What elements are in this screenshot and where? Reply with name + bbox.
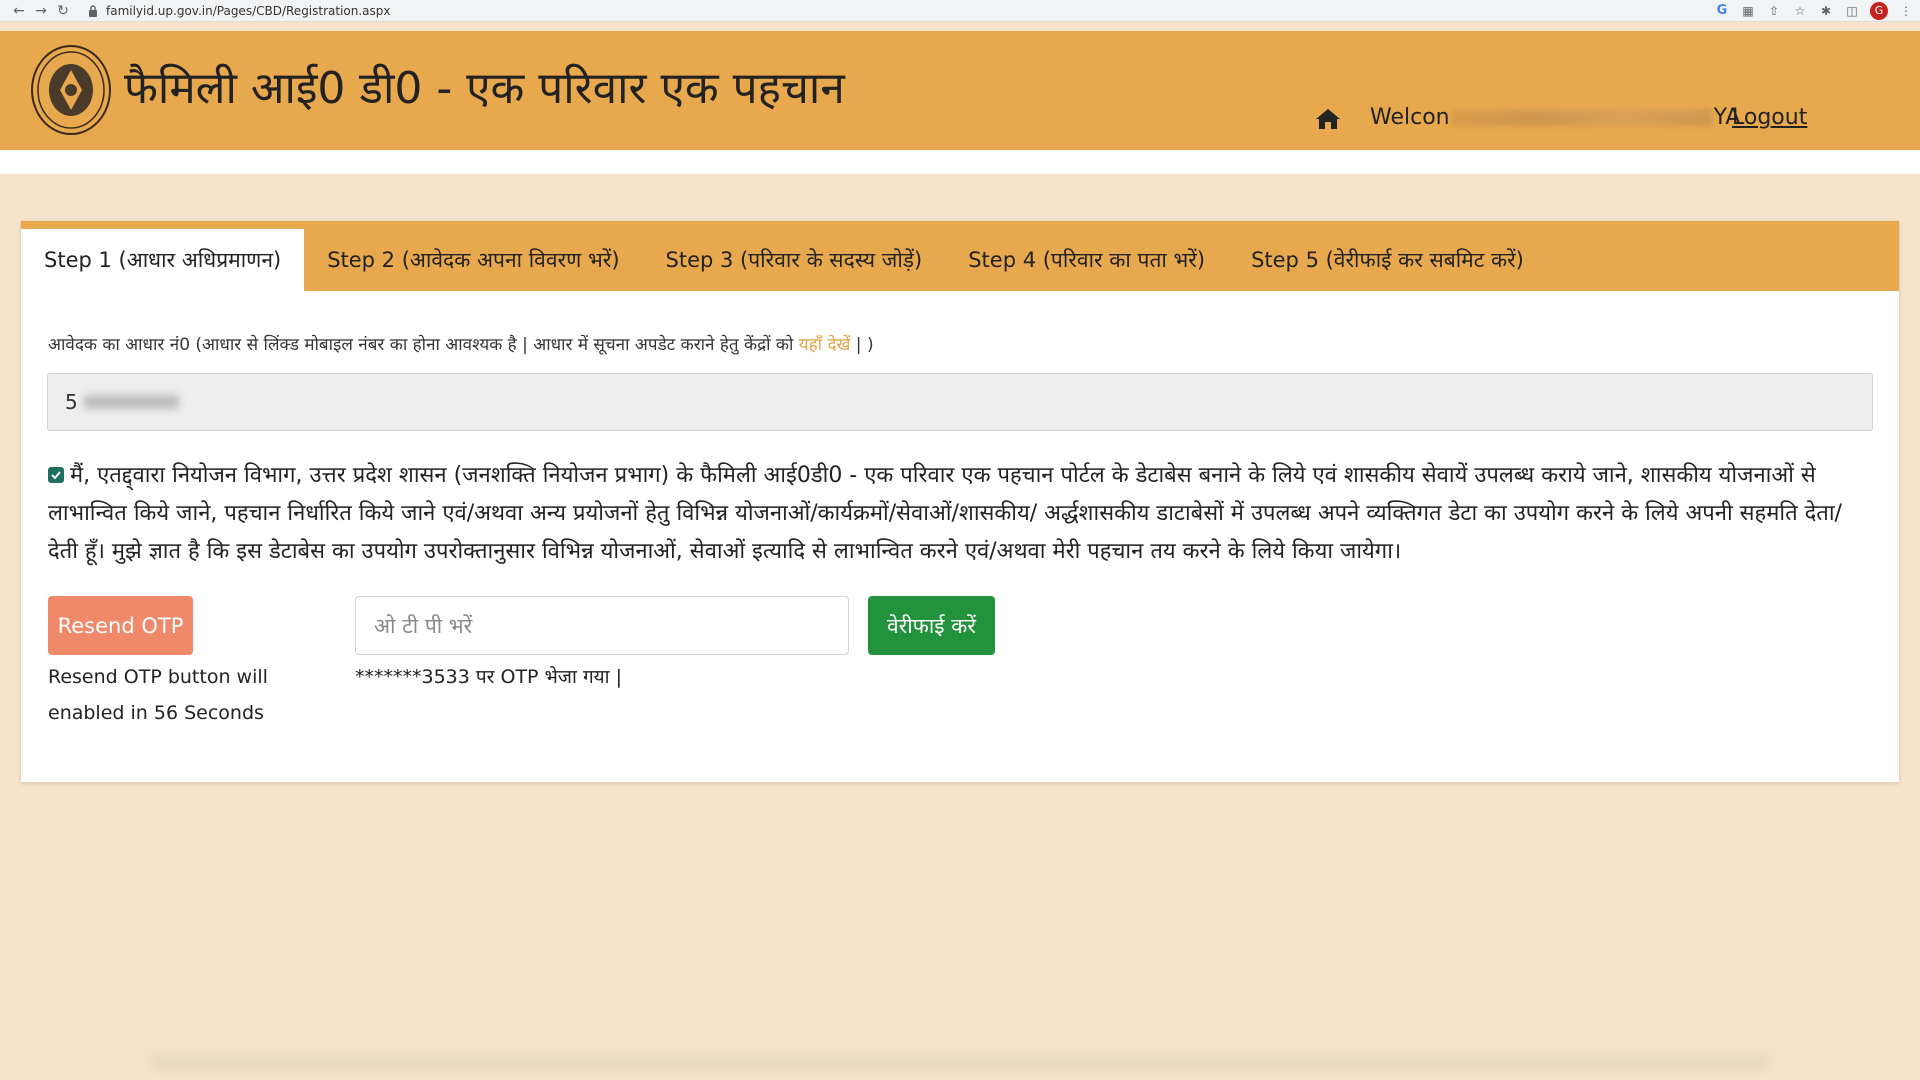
step-tabs: Step 1 (आधार अधिप्रमाणन) Step 2 (आवेदक अ… (21, 221, 1899, 291)
verify-otp-button[interactable]: वेरीफाई करें (868, 596, 995, 655)
lock-icon (89, 4, 97, 17)
check-icon (51, 471, 61, 480)
aadhaar-value: 5 (65, 390, 78, 414)
up-government-emblem (31, 45, 111, 135)
update-centers-link[interactable]: यहाँ देखें (799, 335, 851, 355)
side-panel-icon[interactable]: ◫ (1844, 3, 1860, 19)
translate-icon[interactable]: ▦ (1740, 3, 1756, 19)
header-divider (0, 150, 1920, 174)
aadhaar-number-field[interactable]: 5 (47, 373, 1873, 431)
extensions-icon[interactable]: ✱ (1818, 3, 1834, 19)
home-icon[interactable] (1315, 107, 1341, 131)
otp-sent-message: *******3533 पर OTP भेजा गया | (355, 666, 623, 688)
welcome-prefix: Welcon (1370, 105, 1450, 130)
registration-card: Step 1 (आधार अधिप्रमाणन) Step 2 (आवेदक अ… (21, 221, 1899, 782)
bookmark-star-icon[interactable]: ☆ (1792, 3, 1808, 19)
forward-icon[interactable]: → (30, 0, 52, 21)
tab-step-1[interactable]: Step 1 (आधार अधिप्रमाणन) (21, 229, 305, 291)
url-text: familyid.up.gov.in/Pages/CBD/Registratio… (106, 3, 391, 18)
otp-input[interactable] (355, 596, 849, 655)
tab-step-4[interactable]: Step 4 (परिवार का पता भरें) (945, 229, 1228, 291)
aadhaar-label-end: | ) (850, 335, 874, 355)
resend-otp-button[interactable]: Resend OTP (48, 596, 193, 655)
site-title: फैमिली आई0 डी0 - एक परिवार एक पहचान (124, 63, 845, 114)
back-icon[interactable]: ← (8, 0, 30, 21)
page-bottom-shadow (150, 1055, 1770, 1069)
share-icon[interactable]: ⇧ (1766, 3, 1782, 19)
aadhaar-label: आवेदक का आधार नं0 (आधार से लिंक्ड मोबाइल… (48, 332, 874, 355)
tab-step-5[interactable]: Step 5 (वेरीफाई कर सबमिट करें) (1228, 229, 1547, 291)
consent-checkbox[interactable] (48, 467, 64, 483)
reload-icon[interactable]: ↻ (52, 0, 74, 21)
site-header: फैमिली आई0 डी0 - एक परिवार एक पहचान Welc… (0, 31, 1920, 150)
redacted-aadhaar-digits (83, 395, 179, 409)
profile-avatar[interactable]: G (1870, 1, 1888, 20)
menu-dots-icon[interactable]: ⋮ (1898, 3, 1914, 19)
consent-declaration: मैं, एतद्द्वारा नियोजन विभाग, उत्तर प्रद… (48, 457, 1868, 571)
google-icon[interactable]: G (1714, 3, 1730, 19)
browser-toolbar: ← → ↻ familyid.up.gov.in/Pages/CBD/Regis… (0, 0, 1920, 22)
tab-step-2[interactable]: Step 2 (आवेदक अपना विवरण भरें) (304, 229, 642, 291)
aadhaar-label-text: आवेदक का आधार नं0 (आधार से लिंक्ड मोबाइल… (48, 335, 799, 355)
address-bar[interactable]: familyid.up.gov.in/Pages/CBD/Registratio… (88, 0, 391, 21)
resend-timer-note: Resend OTP button will enabled in 56 Sec… (48, 666, 268, 724)
redacted-username (1451, 109, 1712, 126)
tab-step-3[interactable]: Step 3 (परिवार के सदस्य जोड़ें) (643, 229, 946, 291)
consent-text: मैं, एतद्द्वारा नियोजन विभाग, उत्तर प्रद… (48, 463, 1842, 564)
welcome-text: Welcon YA (1370, 105, 1740, 130)
logout-link[interactable]: Logout (1732, 105, 1807, 130)
